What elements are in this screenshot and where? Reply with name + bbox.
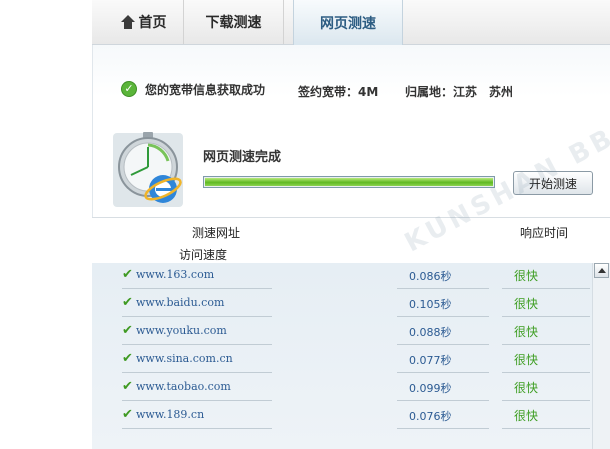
results-scrollbar[interactable] [592,263,610,449]
progress-fill [205,178,493,186]
table-row: ✔ www.baidu.com 0.105秒 很快 [92,291,592,319]
column-header-speed: 访问速度 [179,248,228,262]
check-icon: ✔ [122,351,133,366]
row-url: www.sina.com.cn [136,352,233,365]
tab-web-speed-label: 网页测速 [320,15,376,32]
status-title: 网页测速完成 [203,150,282,165]
row-url: www.163.com [136,268,215,281]
row-time: 0.077秒 [409,354,452,367]
check-icon: ✔ [122,407,133,422]
row-time: 0.088秒 [409,326,452,339]
tab-bar: 首页 下载测速 网页测速 [92,0,610,45]
progress-bar [203,176,495,188]
row-rating: 很快 [514,409,539,423]
check-icon: ✔ [122,323,133,338]
table-header: 测速网址 响应时间 访问速度 [92,217,610,264]
left-blank-area [0,0,92,449]
tab-web-speed[interactable]: 网页测速 [293,0,403,45]
table-row: ✔ www.taobao.com 0.099秒 很快 [92,375,592,403]
row-time: 0.099秒 [409,382,452,395]
scroll-up-arrow-icon[interactable] [594,263,609,278]
table-row: ✔ www.163.com 0.086秒 很快 [92,263,592,291]
tab-download-speed[interactable]: 下载测速 [184,0,284,44]
row-time: 0.076秒 [409,410,452,423]
tab-home[interactable]: 首页 [104,0,184,44]
check-icon: ✔ [122,267,133,282]
stopwatch-ie-icon [113,132,183,207]
row-rating: 很快 [514,269,539,283]
bandwidth-info: 签约宽带：4M [298,85,379,99]
row-url: www.taobao.com [136,380,231,393]
row-url: www.youku.com [136,324,227,337]
row-time: 0.105秒 [409,298,452,311]
row-url: www.baidu.com [136,296,225,309]
table-row: ✔ www.youku.com 0.088秒 很快 [92,319,592,347]
row-rating: 很快 [514,297,539,311]
check-circle-icon: ✓ [121,81,137,97]
row-url: www.189.cn [136,408,205,421]
table-row: ✔ www.189.cn 0.076秒 很快 [92,403,592,431]
tab-download-speed-label: 下载测速 [205,15,262,31]
column-header-url: 测速网址 [192,226,241,240]
row-rating: 很快 [514,325,539,339]
info-message: 您的宽带信息获取成功 [145,83,266,97]
row-time: 0.086秒 [409,270,452,283]
row-rating: 很快 [514,353,539,367]
speed-test-app: 首页 下载测速 网页测速 ✓ 您的宽带信息获取成功 签约宽带：4M 归属地：江苏… [92,0,610,449]
results-list: ✔ www.163.com 0.086秒 很快 ✔ www.baidu.com … [92,263,592,449]
check-icon: ✔ [122,379,133,394]
home-icon [120,15,135,29]
row-rating: 很快 [514,381,539,395]
tab-home-label: 首页 [138,15,167,31]
check-icon: ✔ [122,295,133,310]
column-header-response: 响应时间 [520,226,569,240]
region-info: 归属地：江苏 苏州 [405,85,514,99]
table-row: ✔ www.sina.com.cn 0.077秒 很快 [92,347,592,375]
